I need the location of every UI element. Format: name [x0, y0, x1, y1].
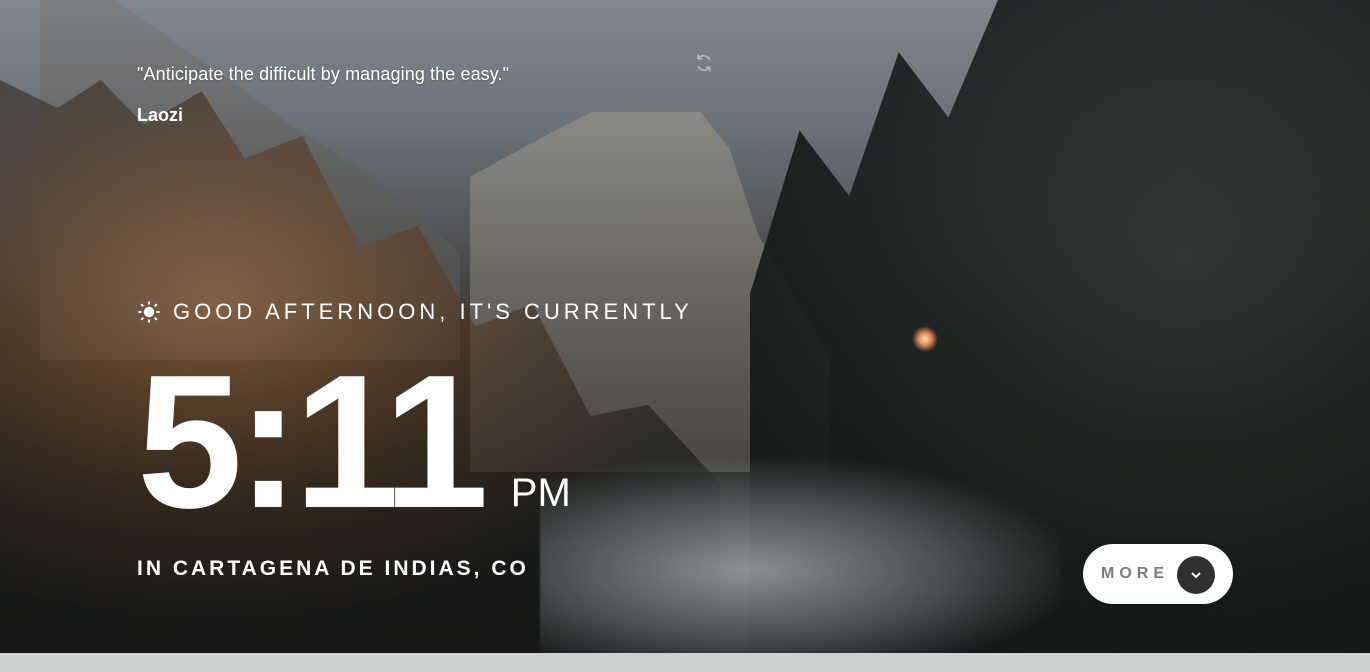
- background-hero: "Anticipate the difficult by managing th…: [0, 0, 1370, 653]
- background-river: [540, 460, 1060, 653]
- background-sun-glow: [912, 326, 938, 352]
- refresh-icon: [697, 54, 711, 72]
- more-button-circle: [1177, 556, 1215, 594]
- quote-section: "Anticipate the difficult by managing th…: [137, 63, 737, 126]
- current-time: 5:11: [137, 336, 489, 548]
- chevron-down-icon: [1191, 572, 1201, 579]
- quote-text: "Anticipate the difficult by managing th…: [137, 64, 510, 84]
- sun-icon: [138, 301, 160, 323]
- clock: 5:11 PM: [137, 347, 571, 537]
- bottom-bar: [0, 653, 1370, 672]
- location: IN CARTAGENA DE INDIAS, CO: [137, 557, 529, 580]
- quote-author: Laozi: [137, 105, 184, 125]
- greeting-text: GOOD AFTERNOON, IT'S CURRENTLY: [173, 299, 693, 324]
- more-button-label: MORE: [1101, 565, 1169, 582]
- refresh-quote-button[interactable]: [694, 53, 714, 73]
- more-button[interactable]: MORE: [1083, 544, 1233, 604]
- greeting: GOOD AFTERNOON, IT'S CURRENTLY: [137, 299, 693, 325]
- time-period: PM: [510, 471, 571, 515]
